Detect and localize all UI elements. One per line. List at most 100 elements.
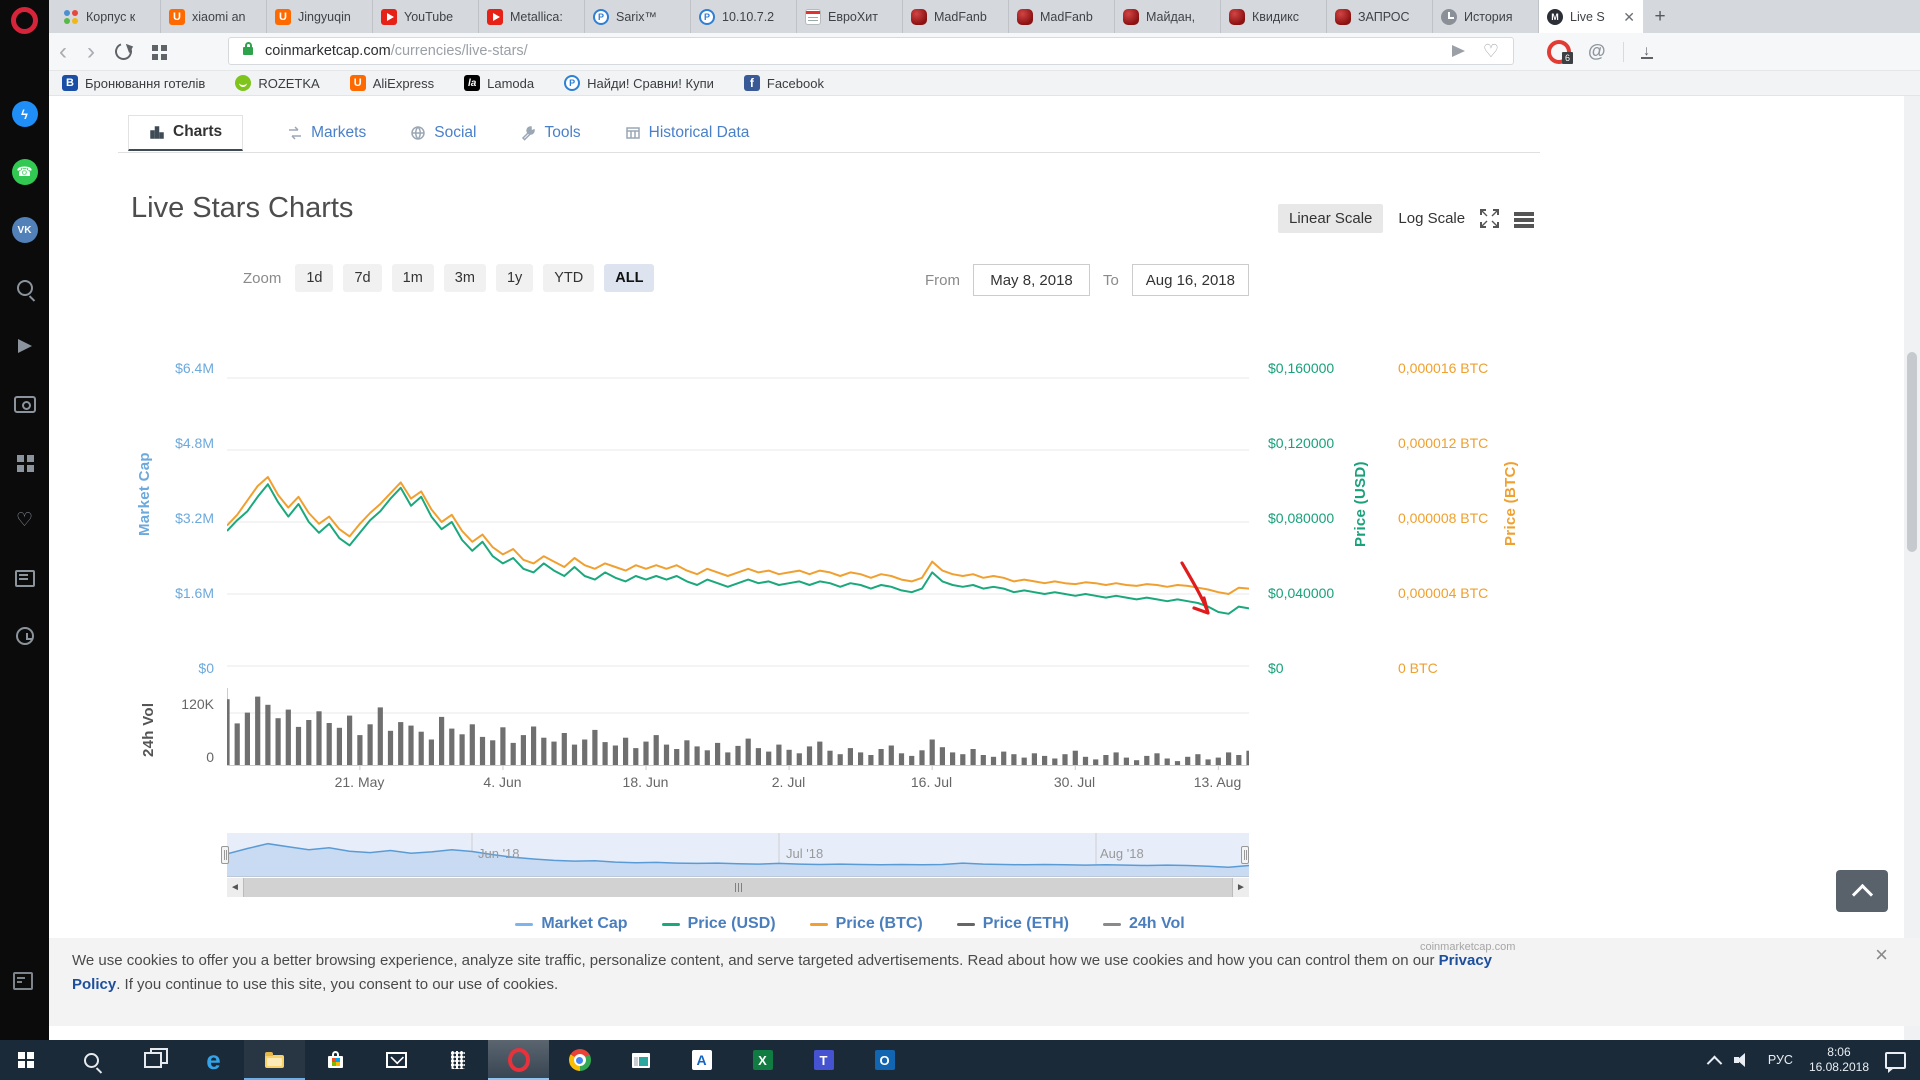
- browser-tab[interactable]: Metallica:: [479, 0, 585, 33]
- instagram-icon[interactable]: [11, 390, 39, 418]
- bookmark-item[interactable]: Facebook: [744, 75, 824, 91]
- search-button[interactable]: [61, 1040, 122, 1080]
- my-flow-icon[interactable]: [11, 332, 39, 360]
- snipping-tool-icon[interactable]: [610, 1040, 671, 1080]
- bookmark-item[interactable]: ROZETKA: [235, 75, 319, 91]
- mail-icon[interactable]: [366, 1040, 427, 1080]
- opera-logo-icon[interactable]: [11, 7, 38, 34]
- action-center-icon[interactable]: [1885, 1052, 1906, 1069]
- browser-tab[interactable]: 10.10.7.2: [691, 0, 797, 33]
- app-t-icon[interactable]: [793, 1040, 854, 1080]
- vk-icon[interactable]: [11, 216, 39, 244]
- language-indicator[interactable]: РУС: [1768, 1053, 1793, 1067]
- zoom-range-button[interactable]: 3m: [444, 264, 486, 292]
- browser-tab[interactable]: MadFanb: [903, 0, 1009, 33]
- bookmark-item[interactable]: Бронювання готелів: [62, 75, 205, 91]
- account-icon[interactable]: @: [1588, 41, 1606, 62]
- browser-tab[interactable]: ЕвроХит: [797, 0, 903, 33]
- edge-icon[interactable]: [183, 1040, 244, 1080]
- whatsapp-icon[interactable]: [11, 158, 39, 186]
- speed-dial-icon[interactable]: [11, 448, 39, 476]
- reload-button[interactable]: [112, 40, 135, 63]
- back-button[interactable]: ‹: [59, 40, 67, 64]
- linear-scale-button[interactable]: Linear Scale: [1278, 204, 1383, 233]
- legend-item[interactable]: Price (ETH): [957, 915, 1069, 933]
- bookmark-heart-icon[interactable]: ♡: [1483, 41, 1499, 62]
- excel-icon[interactable]: [732, 1040, 793, 1080]
- personal-news-icon[interactable]: [11, 564, 39, 592]
- browser-tab[interactable]: Майдан,: [1115, 0, 1221, 33]
- outlook-icon[interactable]: [854, 1040, 915, 1080]
- page-scrollbar-thumb[interactable]: [1907, 352, 1917, 552]
- scrollbar-thumb[interactable]: [243, 878, 1233, 897]
- page-scrollbar-track[interactable]: [1904, 96, 1920, 1040]
- scroll-left-arrow[interactable]: ◄: [227, 878, 243, 897]
- browser-tab-active[interactable]: Live S ✕: [1539, 0, 1643, 33]
- navigator-right-handle[interactable]: [1241, 846, 1249, 864]
- new-tab-button[interactable]: +: [1643, 0, 1677, 33]
- zoom-range-button[interactable]: ALL: [604, 264, 654, 292]
- start-button[interactable]: [0, 1040, 61, 1080]
- zoom-range-button[interactable]: 1d: [295, 264, 333, 292]
- log-scale-button[interactable]: Log Scale: [1398, 210, 1465, 227]
- zoom-range-button[interactable]: YTD: [543, 264, 594, 292]
- calculator-icon[interactable]: [427, 1040, 488, 1080]
- legend-item[interactable]: Market Cap: [515, 915, 627, 933]
- volume-icon[interactable]: [1734, 1053, 1752, 1067]
- browser-tab[interactable]: История: [1433, 0, 1539, 33]
- from-date-input[interactable]: May 8, 2018: [973, 264, 1090, 296]
- bookmark-item[interactable]: AliExpress: [350, 75, 434, 91]
- chart-menu-icon[interactable]: [1514, 212, 1534, 216]
- scroll-right-arrow[interactable]: ►: [1233, 878, 1249, 897]
- page-nav-tab[interactable]: Tools: [520, 124, 580, 142]
- range-navigator[interactable]: [227, 833, 1249, 877]
- chrome-icon[interactable]: [549, 1040, 610, 1080]
- browser-tab[interactable]: ЗАПРОС: [1327, 0, 1433, 33]
- tab-close-icon[interactable]: ✕: [1623, 10, 1635, 24]
- zoom-range-button[interactable]: 1m: [392, 264, 434, 292]
- search-icon[interactable]: [11, 274, 39, 302]
- browser-tab[interactable]: Квидикс: [1221, 0, 1327, 33]
- bookmark-item[interactable]: Lamoda: [464, 75, 534, 91]
- zoom-range-button[interactable]: 1y: [496, 264, 533, 292]
- bookmarks-icon[interactable]: [11, 506, 39, 534]
- browser-tab[interactable]: Jingyuqin: [267, 0, 373, 33]
- browser-tab[interactable]: MadFanb: [1009, 0, 1115, 33]
- fullscreen-icon[interactable]: [1480, 209, 1499, 228]
- scroll-to-top-button[interactable]: [1836, 870, 1888, 912]
- clock[interactable]: 8:06 16.08.2018: [1809, 1045, 1869, 1075]
- browser-tab[interactable]: Корпус к: [55, 0, 161, 33]
- secure-lock-icon[interactable]: [243, 47, 253, 55]
- navigator-left-handle[interactable]: [221, 846, 229, 864]
- page-nav-tab[interactable]: Social: [410, 124, 476, 142]
- history-icon[interactable]: [11, 622, 39, 650]
- legend-item[interactable]: Price (USD): [662, 915, 776, 933]
- chart-scrollbar[interactable]: ◄ ►: [227, 878, 1249, 897]
- file-explorer-icon[interactable]: [244, 1040, 305, 1080]
- messenger-icon[interactable]: [11, 100, 39, 128]
- main-chart-plot[interactable]: [227, 300, 1249, 770]
- page-nav-tab[interactable]: Historical Data: [625, 124, 750, 142]
- page-nav-tab[interactable]: Markets: [287, 124, 366, 142]
- opera-extension-icon[interactable]: 6: [1547, 40, 1571, 64]
- page-nav-tab[interactable]: Charts: [128, 115, 243, 151]
- forward-button[interactable]: ›: [87, 40, 95, 64]
- browser-tab[interactable]: xiaomi an: [161, 0, 267, 33]
- legend-item[interactable]: 24h Vol: [1103, 915, 1185, 933]
- opera-icon[interactable]: [488, 1040, 549, 1080]
- to-date-input[interactable]: Aug 16, 2018: [1132, 264, 1249, 296]
- legend-item[interactable]: Price (BTC): [810, 915, 923, 933]
- browser-tab[interactable]: YouTube: [373, 0, 479, 33]
- sidebar-setup-icon[interactable]: [13, 972, 33, 990]
- share-icon[interactable]: [1452, 45, 1465, 57]
- browser-tab[interactable]: Sarix™: [585, 0, 691, 33]
- speed-dial-button[interactable]: [152, 45, 158, 51]
- hidden-icons-chevron[interactable]: [1707, 1055, 1723, 1071]
- cookie-close-icon[interactable]: ×: [1875, 942, 1888, 968]
- app-a-icon[interactable]: [671, 1040, 732, 1080]
- downloads-button[interactable]: ↓: [1641, 45, 1653, 59]
- task-view-button[interactable]: [122, 1040, 183, 1080]
- address-bar[interactable]: coinmarketcap.com /currencies/live-stars…: [228, 37, 1514, 65]
- bookmark-item[interactable]: Найди! Сравни! Купи: [564, 75, 714, 91]
- zoom-range-button[interactable]: 7d: [343, 264, 381, 292]
